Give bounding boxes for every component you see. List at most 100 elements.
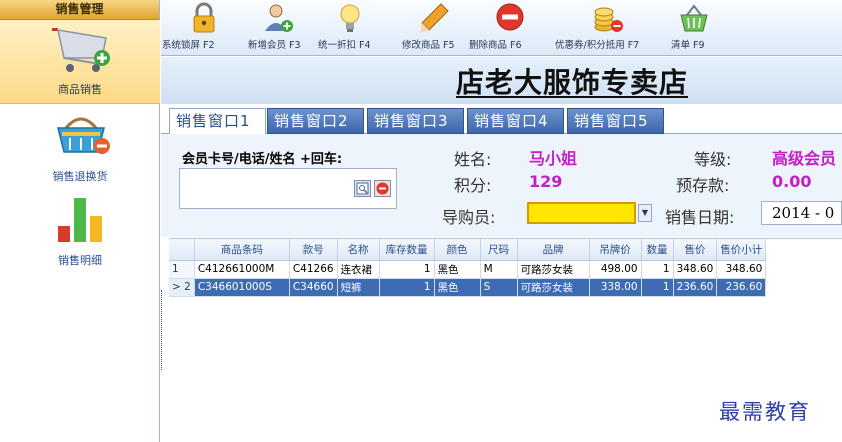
row-indicator: 1: [169, 260, 195, 279]
sidebar-item-sales-details[interactable]: 销售明细: [0, 190, 160, 274]
sidebar-header: 销售管理: [0, 0, 159, 20]
member-search-input[interactable]: [179, 168, 397, 209]
sidebar: 销售管理 商品销售 销售退换货 销售明细: [0, 0, 160, 442]
basket-icon: [680, 4, 708, 32]
prepaid-label: 预存款:: [676, 176, 730, 195]
size-cell[interactable]: S: [480, 278, 518, 297]
price-cell[interactable]: 348.60: [673, 260, 718, 279]
barcode-cell[interactable]: C346601000S: [194, 278, 290, 297]
coupon-points-label: 优惠券/积分抵用 F7: [555, 40, 640, 51]
sidebar-item-label: 销售明细: [58, 254, 102, 267]
panel-splitter-handle[interactable]: [161, 290, 164, 370]
price-cell[interactable]: 236.60: [673, 278, 718, 297]
unified-discount-button[interactable]: 统一折扣 F4: [315, 0, 399, 56]
column-header[interactable]: 款号: [289, 239, 338, 261]
chevron-down-icon[interactable]: ▼: [638, 204, 652, 222]
column-header[interactable]: 品牌: [517, 239, 590, 261]
lock-screen-label: 系统锁屏 F2: [162, 40, 215, 51]
main-panel: 系统锁屏 F2 新增会员 F3 统一折扣 F4 修改商品 F5 删除商品 F6 …: [161, 0, 842, 442]
sales-date-label: 销售日期:: [665, 208, 735, 227]
tag-price-cell[interactable]: 338.00: [589, 278, 642, 297]
sidebar-item-returns[interactable]: 销售退换货: [0, 106, 160, 190]
coupon-points-button[interactable]: 优惠券/积分抵用 F7: [555, 0, 667, 56]
subtotal-cell[interactable]: 348.60: [716, 260, 767, 279]
coins-icon: [594, 7, 623, 32]
lock-screen-button[interactable]: 系统锁屏 F2: [161, 0, 243, 56]
column-header: [169, 239, 195, 261]
app-window: 销售管理 商品销售 销售退换货 销售明细 系统锁屏 F2 新增会员 F3 统一折…: [0, 0, 842, 442]
sidebar-item-label: 销售退换货: [52, 170, 108, 183]
delete-product-label: 删除商品 F6: [469, 40, 522, 51]
return-basket-icon: [57, 117, 110, 154]
member-points-value: 129: [529, 172, 563, 191]
name-label: 姓名:: [454, 150, 492, 169]
sales-guide-label: 导购员:: [442, 208, 496, 227]
tab-sales-window-5[interactable]: 销售窗口5: [567, 108, 664, 134]
member-prepaid-value: 0.00: [772, 172, 812, 191]
points-label: 积分:: [454, 176, 492, 195]
bar-chart-icon: [58, 198, 102, 242]
delete-icon: [496, 3, 524, 31]
quantity-cell[interactable]: 1: [641, 260, 674, 279]
edit-product-label: 修改商品 F5: [402, 40, 455, 51]
column-header[interactable]: 库存数量: [379, 239, 435, 261]
add-member-button[interactable]: 新增会员 F3: [245, 0, 313, 56]
delete-product-button[interactable]: 删除商品 F6: [469, 0, 547, 56]
quantity-cell[interactable]: 1: [641, 278, 674, 297]
watermark-text: 最需教育: [719, 400, 811, 424]
tab-sales-window-2[interactable]: 销售窗口2: [267, 108, 364, 134]
column-header[interactable]: 名称: [337, 239, 380, 261]
padlock-icon: [193, 2, 215, 33]
size-cell[interactable]: M: [480, 260, 518, 279]
sales-table: 商品条码 款号 名称 库存数量 颜色 尺码 品牌 吊牌价 数量 售价 售价小计: [169, 239, 767, 297]
color-cell[interactable]: 黑色: [434, 260, 481, 279]
row-indicator: > 2: [169, 278, 195, 297]
store-title: 店老大服饰专卖店: [456, 66, 689, 99]
column-header[interactable]: 商品条码: [194, 239, 290, 261]
column-header[interactable]: 售价小计: [716, 239, 767, 261]
stock-cell[interactable]: 1: [379, 278, 435, 297]
store-banner: 店老大服饰专卖店: [161, 57, 842, 104]
column-header[interactable]: 数量: [641, 239, 674, 261]
table-header-row: 商品条码 款号 名称 库存数量 颜色 尺码 品牌 吊牌价 数量 售价 售价小计: [169, 239, 767, 261]
tab-sales-window-1[interactable]: 销售窗口1: [169, 108, 266, 134]
column-header[interactable]: 吊牌价: [589, 239, 642, 261]
edit-product-button[interactable]: 修改商品 F5: [399, 0, 467, 56]
column-header[interactable]: 尺码: [480, 239, 518, 261]
column-header[interactable]: 售价: [673, 239, 718, 261]
style-no-cell[interactable]: C34660: [289, 278, 338, 297]
pencil-icon: [420, 3, 449, 33]
member-lookup-button[interactable]: [354, 180, 371, 197]
tab-sales-window-3[interactable]: 销售窗口3: [367, 108, 464, 134]
add-member-icon: [265, 4, 293, 32]
list-button[interactable]: 清单 F9: [669, 0, 725, 56]
product-name-cell[interactable]: 连衣裙: [337, 260, 380, 279]
brand-cell[interactable]: 可路莎女装: [517, 278, 590, 297]
delete-icon: [376, 182, 389, 195]
member-clear-button[interactable]: [374, 180, 391, 197]
product-name-cell[interactable]: 短裤: [337, 278, 380, 297]
member-search-label: 会员卡号/电话/姓名 +回车:: [182, 152, 343, 167]
shopping-cart-icon: [52, 28, 110, 72]
lightbulb-icon: [340, 4, 360, 32]
member-name-value: 马小姐: [529, 149, 578, 168]
toolbar: 系统锁屏 F2 新增会员 F3 统一折扣 F4 修改商品 F5 删除商品 F6 …: [161, 0, 842, 56]
style-no-cell[interactable]: C41266: [289, 260, 338, 279]
unified-discount-label: 统一折扣 F4: [318, 40, 371, 51]
brand-cell[interactable]: 可路莎女装: [517, 260, 590, 279]
column-header[interactable]: 颜色: [434, 239, 481, 261]
tag-price-cell[interactable]: 498.00: [589, 260, 642, 279]
barcode-cell[interactable]: C412661000M: [194, 260, 290, 279]
sidebar-item-label: 商品销售: [58, 83, 102, 96]
table-row[interactable]: > 2 C346601000S C34660 短裤 1 黑色 S 可路莎女装 3…: [169, 278, 767, 297]
sidebar-item-sales[interactable]: 商品销售: [0, 20, 160, 104]
table-row[interactable]: 1 C412661000M C41266 连衣裙 1 黑色 M 可路莎女装 49…: [169, 260, 767, 279]
member-level-value: 高级会员: [772, 149, 837, 168]
stock-cell[interactable]: 1: [379, 260, 435, 279]
sales-guide-select[interactable]: [527, 202, 636, 224]
subtotal-cell[interactable]: 236.60: [716, 278, 767, 297]
sales-date-picker[interactable]: 2014 - 0: [761, 201, 842, 225]
color-cell[interactable]: 黑色: [434, 278, 481, 297]
list-label: 清单 F9: [671, 40, 705, 51]
tab-sales-window-4[interactable]: 销售窗口4: [467, 108, 564, 134]
